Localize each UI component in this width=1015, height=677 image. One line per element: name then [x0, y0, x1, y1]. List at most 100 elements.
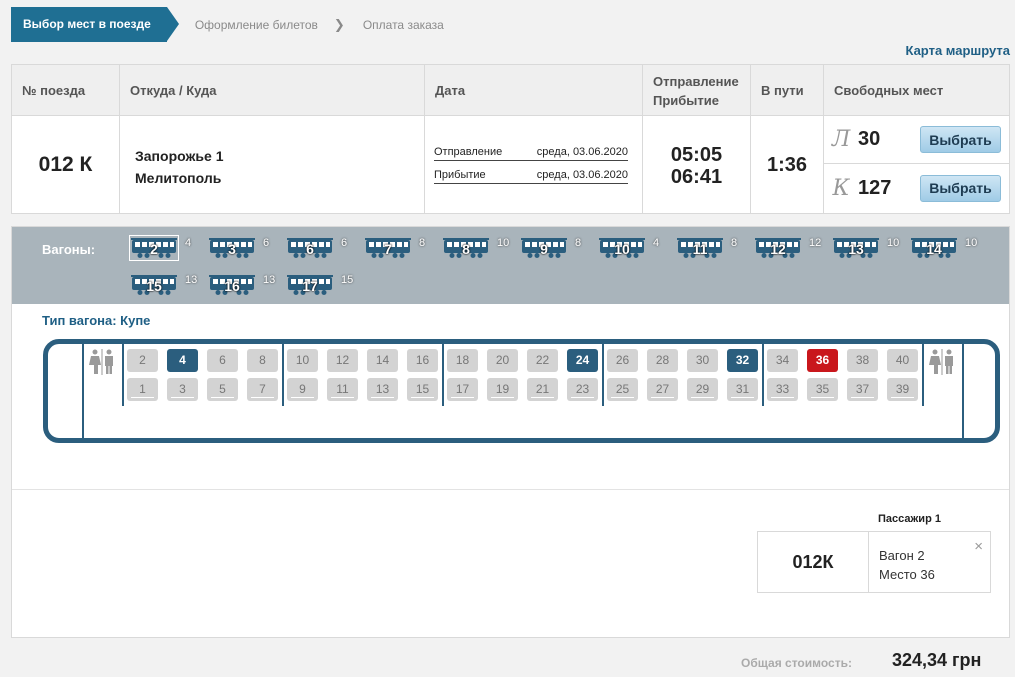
wagon-2[interactable]: 24	[129, 235, 209, 263]
wagon-free-count: 10	[965, 237, 978, 249]
wagon-17[interactable]: 17 15	[287, 274, 365, 300]
wagon-number: 9	[540, 241, 548, 257]
seat-2[interactable]: 2	[127, 349, 158, 372]
wagon-free-count: 13	[185, 274, 198, 286]
seat-29[interactable]: 29	[687, 378, 718, 401]
seat-32[interactable]: 32	[727, 349, 758, 372]
wagon-number: 2	[150, 241, 158, 257]
wagon-free-count: 8	[731, 237, 738, 249]
seat-14[interactable]: 14	[367, 349, 398, 372]
seat-24[interactable]: 24	[567, 349, 598, 372]
wagon-9[interactable]: 98	[521, 237, 599, 263]
wagon-number: 12	[770, 241, 786, 257]
seat-7[interactable]: 7	[247, 378, 278, 401]
seat-37[interactable]: 37	[847, 378, 878, 401]
wall-line	[82, 406, 84, 438]
wagon-16[interactable]: 16 13	[209, 274, 287, 300]
seat-8[interactable]: 8	[247, 349, 278, 372]
seat-11[interactable]: 11	[327, 378, 358, 401]
wagon-6[interactable]: 66	[287, 237, 365, 263]
wagon-number: 8	[462, 241, 470, 257]
wagon-14[interactable]: 14 10	[911, 237, 989, 263]
passenger-info: Вагон 2 Место 36	[879, 546, 935, 584]
seat-25[interactable]: 25	[607, 378, 638, 401]
wagon-number: 6	[306, 241, 314, 257]
depart-date-row: Отправление среда, 03.06.2020	[434, 146, 628, 161]
step-payment[interactable]: Оплата заказа	[363, 18, 444, 32]
wagon-12[interactable]: 12 12	[755, 237, 833, 263]
step-select-seats[interactable]: Выбор мест в поезде	[11, 7, 179, 42]
wagon-number: 3	[228, 241, 236, 257]
wagon-13[interactable]: 13 10	[833, 237, 911, 263]
seat-40[interactable]: 40	[887, 349, 918, 372]
route-map-link[interactable]: Карта маршрута	[905, 43, 1010, 58]
wagon-15[interactable]: 15 13	[131, 274, 209, 300]
wagon-free-count: 13	[263, 274, 276, 286]
seat-21[interactable]: 21	[527, 378, 558, 401]
select-button[interactable]: Выбрать	[920, 126, 1001, 153]
wagon-free-count: 6	[263, 237, 270, 249]
seat-5[interactable]: 5	[207, 378, 238, 401]
seat-31[interactable]: 31	[727, 378, 758, 401]
wagon-7[interactable]: 78	[365, 237, 443, 263]
depart-date-label: Отправление	[434, 146, 503, 158]
seat-26[interactable]: 26	[607, 349, 638, 372]
seat-class-letter: Л	[831, 127, 851, 152]
seat-4[interactable]: 4	[167, 349, 198, 372]
wagon-number: 7	[384, 241, 392, 257]
compartment-divider	[82, 344, 84, 406]
header-arrive: Прибытие	[653, 92, 719, 108]
seat-34[interactable]: 34	[767, 349, 798, 372]
seat-15[interactable]: 15	[407, 378, 438, 401]
seat-30[interactable]: 30	[687, 349, 718, 372]
seat-13[interactable]: 13	[367, 378, 398, 401]
arrive-date-label: Прибытие	[434, 169, 486, 181]
wagon-11[interactable]: 11 8	[677, 237, 755, 263]
free-seats-cell: Л 30 Выбрать К 127 Выбрать	[824, 116, 1010, 214]
wagon-8[interactable]: 8 10	[443, 237, 521, 263]
car-layout: 2 4 6 8 10 12 14 16 18 20 22 24 26 28 30 32 34 36 38 40 1 3 5 7…	[43, 339, 1000, 443]
seat-20[interactable]: 20	[487, 349, 518, 372]
seat-18[interactable]: 18	[447, 349, 478, 372]
wagon-number: 13	[848, 241, 864, 257]
seat-10[interactable]: 10	[287, 349, 318, 372]
wagon-number: 16	[224, 278, 240, 294]
seat-9[interactable]: 9	[287, 378, 318, 401]
wagons-label: Вагоны:	[42, 242, 96, 257]
seat-22[interactable]: 22	[527, 349, 558, 372]
seat-map-panel: Вагоны: 2 4 3 6 6 6 7 8 8 10 9 8 10 4 11 8 12 12 13 10 14 10 1…	[11, 226, 1010, 638]
seat-1[interactable]: 1	[127, 378, 158, 401]
seat-6[interactable]: 6	[207, 349, 238, 372]
compartment-divider	[762, 344, 764, 406]
compartment-divider	[922, 344, 924, 406]
seat-35[interactable]: 35	[807, 378, 838, 401]
seat-3[interactable]: 3	[167, 378, 198, 401]
seat-39[interactable]: 39	[887, 378, 918, 401]
wagon-number: 14	[926, 241, 942, 257]
step-tickets[interactable]: Оформление билетов	[195, 18, 318, 32]
seat-27[interactable]: 27	[647, 378, 678, 401]
seat-19[interactable]: 19	[487, 378, 518, 401]
compartment-divider	[122, 344, 124, 406]
seat-36[interactable]: 36	[807, 349, 838, 372]
close-icon[interactable]: ×	[974, 538, 983, 555]
seat-12[interactable]: 12	[327, 349, 358, 372]
depart-time: 05:05	[670, 144, 723, 166]
seat-16[interactable]: 16	[407, 349, 438, 372]
compartment-divider	[962, 344, 964, 406]
arrive-time: 06:41	[670, 166, 723, 188]
seat-38[interactable]: 38	[847, 349, 878, 372]
wagon-3[interactable]: 36	[209, 237, 287, 263]
booking-page: Выбор мест в поезде Оформление билетов ❯…	[0, 0, 1015, 677]
header-duration: В пути	[751, 65, 824, 116]
seat-23[interactable]: 23	[567, 378, 598, 401]
header-depart: Отправление	[653, 73, 739, 89]
select-button[interactable]: Выбрать	[920, 174, 1001, 202]
seat-17[interactable]: 17	[447, 378, 478, 401]
compartment-divider	[602, 344, 604, 406]
progress-steps: Выбор мест в поезде Оформление билетов ❯…	[11, 7, 444, 42]
wagon-10[interactable]: 10 4	[599, 237, 677, 263]
seat-28[interactable]: 28	[647, 349, 678, 372]
seat-33[interactable]: 33	[767, 378, 798, 401]
wc-icon	[928, 349, 956, 375]
